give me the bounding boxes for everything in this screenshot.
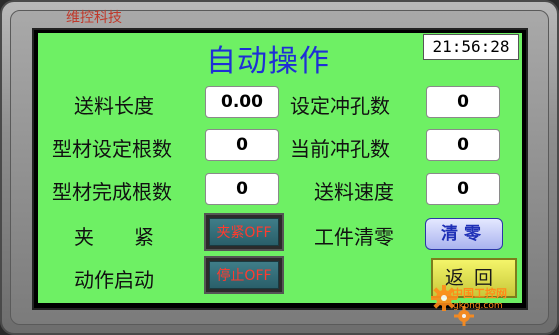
clock-display: 21:56:28 <box>423 34 519 60</box>
clear-button[interactable]: 清零 <box>425 218 503 250</box>
clamp-toggle-button[interactable]: 夹紧OFF <box>204 213 284 251</box>
workpiece-clear-label: 工件清零 <box>314 225 394 249</box>
feed-length-input[interactable]: 0.00 <box>205 86 279 118</box>
set-punch-count-label: 设定冲孔数 <box>290 94 390 118</box>
profile-set-count-input[interactable]: 0 <box>205 129 279 161</box>
action-start-label: 动作启动 <box>74 268 154 292</box>
watermark-url: gkong.com <box>453 301 503 311</box>
profile-done-count-label: 型材完成根数 <box>52 180 172 204</box>
current-punch-count-display: 0 <box>426 129 500 161</box>
action-start-toggle-text: 停止OFF <box>209 261 279 289</box>
brand-label: 维控科技 <box>66 10 122 26</box>
page-title: 自动操作 <box>206 44 330 79</box>
clamp-label: 夹 紧 <box>74 225 154 249</box>
feed-length-label: 送料长度 <box>74 94 154 118</box>
clamp-toggle-text: 夹紧OFF <box>209 218 279 246</box>
set-punch-count-input[interactable]: 0 <box>426 86 500 118</box>
watermark-text: 中国工控网 <box>452 287 507 300</box>
action-start-toggle-button[interactable]: 停止OFF <box>204 256 284 294</box>
current-punch-count-label: 当前冲孔数 <box>290 137 390 161</box>
profile-done-count-display: 0 <box>205 173 279 205</box>
profile-set-count-label: 型材设定根数 <box>52 137 172 161</box>
feed-speed-label: 送料速度 <box>314 180 394 204</box>
feed-speed-input[interactable]: 0 <box>426 173 500 205</box>
